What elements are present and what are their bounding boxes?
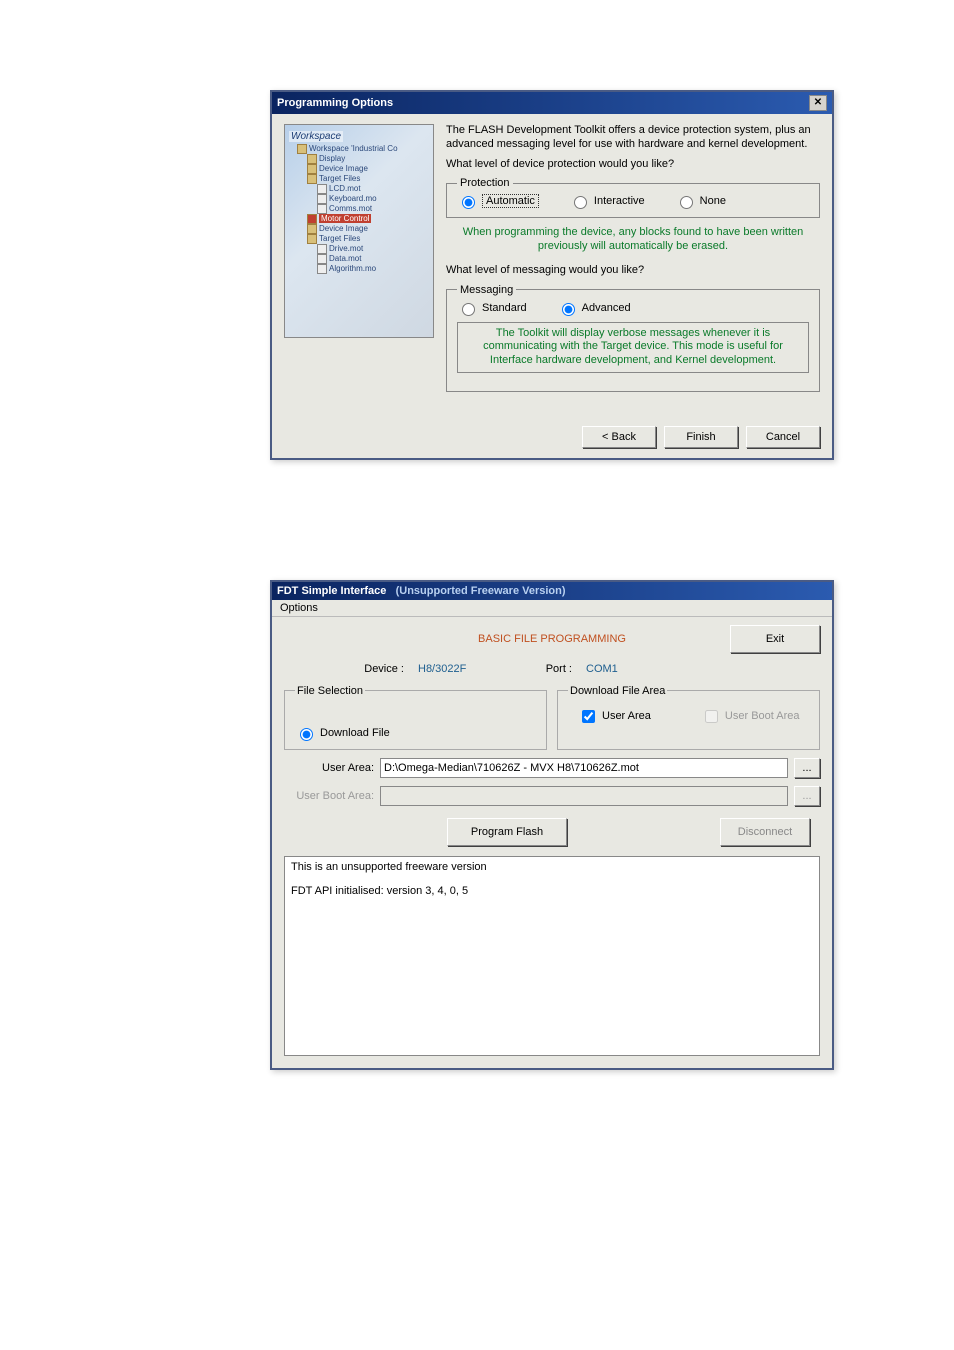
disconnect-button: Disconnect — [720, 818, 810, 846]
log-output: This is an unsupported freeware version … — [284, 856, 820, 1056]
messaging-standard-radio[interactable]: Standard — [457, 300, 527, 316]
browse-user-boot-area-button: ... — [794, 786, 820, 806]
protection-group: Protection Automatic Interactive — [446, 177, 820, 218]
back-button[interactable]: < Back — [582, 426, 656, 448]
erase-note: When programming the device, any blocks … — [446, 226, 820, 254]
log-line: This is an unsupported freeware version — [291, 861, 813, 873]
port-label: Port : — [532, 663, 572, 675]
user-boot-area-field — [380, 786, 788, 806]
program-flash-button[interactable]: Program Flash — [447, 818, 567, 846]
messaging-question: What level of messaging would you like? — [446, 264, 820, 278]
download-file-area-legend: Download File Area — [568, 685, 667, 697]
menubar: Options — [272, 600, 832, 617]
checkbox-user-boot-area — [705, 710, 718, 723]
section-title: BASIC FILE PROGRAMMING — [374, 633, 730, 645]
browse-user-area-button[interactable]: ... — [794, 758, 820, 778]
user-area-label: User Area: — [284, 762, 374, 774]
close-icon[interactable]: ✕ — [809, 95, 827, 111]
log-line: FDT API initialised: version 3, 4, 0, 5 — [291, 885, 813, 897]
file-selection-legend: File Selection — [295, 685, 365, 697]
download-file-area-group: Download File Area User Area User Boot A… — [557, 685, 820, 750]
protection-none-radio[interactable]: None — [675, 193, 726, 209]
radio-advanced[interactable] — [562, 303, 575, 316]
radio-automatic[interactable] — [462, 196, 475, 209]
messaging-help: The Toolkit will display verbose message… — [457, 322, 809, 373]
user-area-checkbox[interactable]: User Area — [578, 707, 651, 726]
radio-none[interactable] — [680, 196, 693, 209]
intro-text: The FLASH Development Toolkit offers a d… — [446, 124, 820, 152]
protection-question: What level of device protection would yo… — [446, 158, 820, 172]
dialog-title: Programming Options — [277, 97, 393, 109]
checkbox-user-area[interactable] — [582, 710, 595, 723]
finish-button[interactable]: Finish — [664, 426, 738, 448]
menu-options[interactable]: Options — [280, 602, 318, 614]
user-area-field[interactable] — [380, 758, 788, 778]
messaging-advanced-radio[interactable]: Advanced — [557, 300, 631, 316]
fdt-simple-interface-dialog: FDT Simple Interface (Unsupported Freewa… — [270, 580, 834, 1070]
file-selection-group: File Selection Download File — [284, 685, 547, 750]
user-boot-area-label: User Boot Area: — [284, 790, 374, 802]
messaging-legend: Messaging — [457, 284, 516, 296]
titlebar: FDT Simple Interface (Unsupported Freewa… — [272, 582, 832, 600]
device-label: Device : — [344, 663, 404, 675]
protection-interactive-radio[interactable]: Interactive — [569, 193, 645, 209]
protection-legend: Protection — [457, 177, 513, 189]
download-file-radio[interactable]: Download File — [295, 725, 536, 741]
exit-button[interactable]: Exit — [730, 625, 820, 653]
wizard-sidebar-image: Workspace Workspace 'Industrial Co Displ… — [284, 124, 434, 338]
device-value: H8/3022F — [418, 663, 518, 675]
cancel-button[interactable]: Cancel — [746, 426, 820, 448]
user-boot-area-checkbox: User Boot Area — [701, 707, 800, 726]
titlebar: Programming Options ✕ — [272, 92, 832, 114]
programming-options-dialog: Programming Options ✕ Workspace Workspac… — [270, 90, 834, 460]
radio-download-file[interactable] — [300, 728, 313, 741]
dialog-title: FDT Simple Interface (Unsupported Freewa… — [277, 585, 566, 597]
port-value: COM1 — [586, 663, 686, 675]
tree-root: Workspace — [289, 131, 343, 142]
messaging-group: Messaging Standard Advanced The Tool — [446, 284, 820, 392]
protection-automatic-radio[interactable]: Automatic — [457, 193, 539, 209]
radio-interactive[interactable] — [574, 196, 587, 209]
radio-standard[interactable] — [462, 303, 475, 316]
